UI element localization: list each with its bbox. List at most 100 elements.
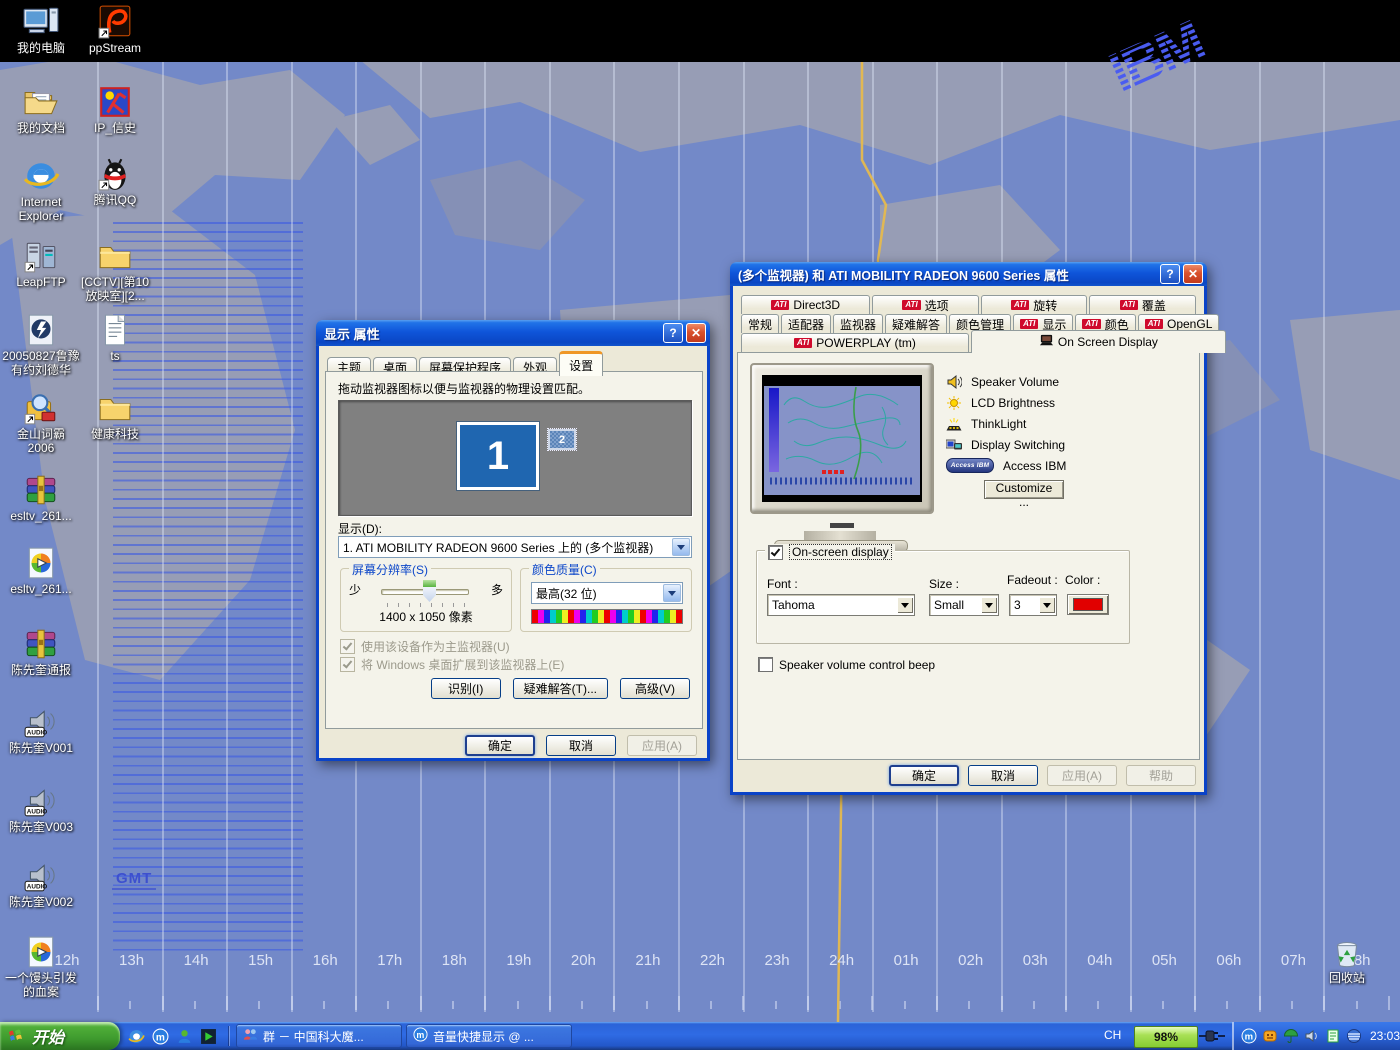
firewall-globe-icon[interactable] — [1346, 1028, 1362, 1044]
ati-tab-row-1: ATIDirect3DATI选项ATI旋转ATI覆盖 — [741, 295, 1196, 314]
size-select[interactable]: Small — [929, 594, 999, 616]
desktop-icon-computer[interactable]: 我的电脑 — [10, 4, 72, 55]
tab-设置[interactable]: 设置 — [559, 351, 603, 376]
tab-POWERPLAY (tm)[interactable]: ATIPOWERPLAY (tm) — [741, 333, 969, 352]
tab-监视器[interactable]: 监视器 — [833, 314, 883, 333]
clock[interactable]: 23:03 — [1370, 1029, 1400, 1043]
desktop-icon-ie[interactable]: Internet Explorer — [10, 158, 72, 223]
tab-疑难解答[interactable]: 疑难解答 — [885, 314, 947, 333]
identify-button[interactable]: 识别(I) — [431, 678, 501, 699]
desktop-icon-mydocs[interactable]: 我的文档 — [10, 84, 72, 135]
help-button[interactable]: ? — [663, 323, 683, 343]
desktop-icon-wmp[interactable]: esltv_261... — [10, 545, 72, 596]
svg-text:AUDIO: AUDIO — [27, 730, 48, 737]
display-adapter-select[interactable]: 1. ATI MOBILITY RADEON 9600 Series 上的 (多… — [338, 536, 692, 558]
chevron-down-icon[interactable] — [663, 584, 681, 602]
desktop-icon-kingsoft[interactable]: 金山词霸 2006 — [10, 390, 72, 455]
slider-ticks — [387, 603, 465, 607]
apply-button[interactable]: 应用(A) — [1047, 765, 1117, 786]
desktop-icon-audio[interactable]: AUDIO陈先奎V002 — [10, 858, 72, 909]
osd-enable-checkbox[interactable]: On-screen display — [765, 544, 895, 560]
hour-label: 14h — [169, 952, 223, 969]
battery-indicator[interactable]: 98% — [1134, 1026, 1198, 1048]
hour-label: 13h — [105, 952, 159, 969]
monitor-arrangement-preview[interactable]: 1 2 — [338, 400, 692, 516]
tab-适配器[interactable]: 适配器 — [781, 314, 831, 333]
osd-item-sun[interactable]: LCD Brightness — [946, 392, 1066, 413]
antivirus-umbrella-icon[interactable] — [1283, 1028, 1299, 1044]
desktop-icon-qq[interactable]: 腾讯QQ — [84, 156, 146, 207]
desktop-icon-folder[interactable]: 健康科技 — [84, 390, 146, 441]
ie-quick-icon[interactable] — [128, 1028, 145, 1045]
desktop-icon-wmp[interactable]: 一个馒头引发 的血案 — [10, 934, 72, 999]
desktop-icon-ppstream[interactable]: ppStream — [84, 4, 146, 55]
help-button[interactable]: ? — [1160, 264, 1180, 284]
osd-item-accessibm[interactable]: Access IBMAccess IBM — [946, 455, 1066, 476]
qq-icon — [97, 156, 133, 192]
settings-actions-row: 识别(I) 疑难解答(T)... 高级(V) — [431, 678, 690, 699]
desktop-icon-ipmsg[interactable]: IP_信史 — [84, 84, 146, 135]
task-button[interactable]: m音量快捷显示 @ ... — [406, 1024, 572, 1048]
messenger-quick-icon[interactable] — [176, 1028, 193, 1045]
chevron-down-icon[interactable] — [897, 597, 913, 613]
desktop-icon-folder[interactable]: [CCTV][第10 放映室][2... — [84, 238, 146, 303]
display-dialog-titlebar[interactable]: 显示 属性 ? ✕ — [316, 320, 710, 346]
media-player-quick-icon[interactable] — [200, 1028, 217, 1045]
osd-item-monitors[interactable]: Display Switching — [946, 434, 1066, 455]
language-indicator[interactable]: CH — [1104, 1028, 1121, 1042]
start-button[interactable]: 开始 — [0, 1022, 120, 1050]
tab-Direct3D[interactable]: ATIDirect3D — [741, 295, 870, 314]
timezone-tick — [839, 1001, 841, 1009]
help-action-button[interactable]: 帮助 — [1126, 765, 1196, 786]
desktop-icon-recycle[interactable]: 回收站 — [1316, 934, 1378, 985]
cancel-button[interactable]: 取消 — [546, 735, 616, 756]
color-swatch-button[interactable] — [1067, 594, 1109, 615]
desktop-icon-realplayer[interactable]: 20050827鲁豫 有约刘德华 — [10, 312, 72, 377]
advanced-button[interactable]: 高级(V) — [620, 678, 690, 699]
volume-tray-icon[interactable] — [1304, 1028, 1320, 1044]
tab-选项[interactable]: ATI选项 — [872, 295, 979, 314]
notes-tray-icon[interactable] — [1325, 1028, 1341, 1044]
tab-On Screen Display[interactable]: On Screen Display — [971, 330, 1226, 353]
chevron-down-icon[interactable] — [1039, 597, 1055, 613]
osd-item-label: Speaker Volume — [971, 375, 1059, 389]
desktop-icon-rar[interactable]: 陈先奎通报 — [10, 626, 72, 677]
maxthon-quick-icon[interactable]: m — [152, 1028, 169, 1045]
primary-monitor-checkbox[interactable]: 使用该设备作为主监视器(U) — [340, 638, 510, 655]
monitor-2[interactable]: 2 — [548, 429, 576, 450]
customize-button[interactable]: Customize ... — [984, 480, 1064, 499]
desktop-icon-textfile[interactable]: ts — [84, 312, 146, 363]
speaker-beep-checkbox[interactable]: Speaker volume control beep — [758, 657, 935, 672]
close-button[interactable]: ✕ — [1183, 264, 1203, 284]
close-button[interactable]: ✕ — [686, 323, 706, 343]
cancel-button[interactable]: 取消 — [968, 765, 1038, 786]
task-button[interactable]: 群 － 中国科大魔... — [236, 1024, 402, 1048]
font-select[interactable]: Tahoma — [767, 594, 915, 616]
troubleshoot-button[interactable]: 疑难解答(T)... — [513, 678, 608, 699]
timezone-tick — [1097, 1001, 1099, 1009]
monitor-1[interactable]: 1 — [457, 422, 539, 490]
osd-item-speaker[interactable]: Speaker Volume — [946, 371, 1066, 392]
ati-dialog-titlebar[interactable]: (多个监视器) 和 ATI MOBILITY RADEON 9600 Serie… — [730, 262, 1207, 286]
desktop-icon-leapftp[interactable]: LeapFTP — [10, 238, 72, 289]
ok-button[interactable]: 确定 — [889, 765, 959, 786]
qq-tray-icon[interactable] — [1262, 1028, 1278, 1044]
fadeout-select[interactable]: 3 — [1009, 594, 1057, 616]
tab-覆盖[interactable]: ATI覆盖 — [1089, 295, 1196, 314]
maxthon-tray-icon[interactable]: m — [1241, 1028, 1257, 1044]
tab-旋转[interactable]: ATI旋转 — [981, 295, 1088, 314]
on-screen-display-panel: Speaker Volume LCD BrightnessThinkLightDi… — [737, 352, 1200, 760]
desktop-icon-audio[interactable]: AUDIO陈先奎V001 — [10, 704, 72, 755]
color-quality-select[interactable]: 最高(32 位) — [531, 582, 683, 604]
ati-properties-dialog: (多个监视器) 和 ATI MOBILITY RADEON 9600 Serie… — [730, 262, 1207, 795]
desktop-icon-audio[interactable]: AUDIO陈先奎V003 — [10, 783, 72, 834]
resolution-slider-thumb[interactable] — [423, 580, 436, 602]
tab-常规[interactable]: 常规 — [741, 314, 779, 333]
apply-button[interactable]: 应用(A) — [627, 735, 697, 756]
extend-desktop-checkbox[interactable]: 将 Windows 桌面扩展到该监视器上(E) — [340, 656, 564, 673]
desktop-icon-rar[interactable]: esltv_261... — [10, 472, 72, 523]
osd-item-thinklight[interactable]: ThinkLight — [946, 413, 1066, 434]
chevron-down-icon[interactable] — [981, 597, 997, 613]
chevron-down-icon[interactable] — [672, 538, 690, 556]
ok-button[interactable]: 确定 — [465, 735, 535, 756]
